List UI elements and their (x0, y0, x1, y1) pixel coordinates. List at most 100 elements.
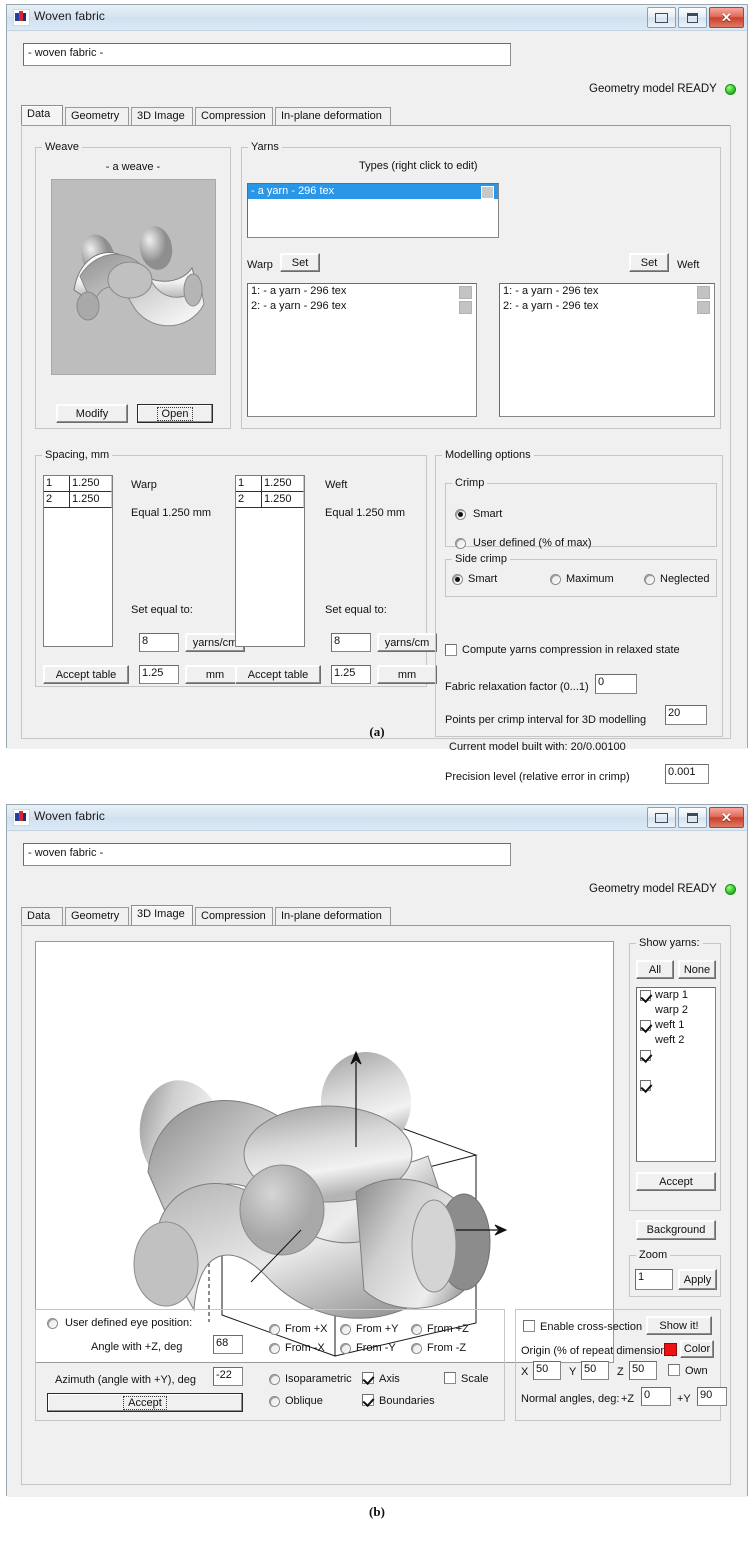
side-crimp-neglected-radio[interactable] (644, 574, 655, 585)
show-yarns-accept-button[interactable]: Accept (636, 1172, 716, 1191)
warp-yarn-1-swatch[interactable] (459, 286, 472, 299)
warp-row-2-value[interactable]: 1.250 (70, 492, 112, 508)
weave-open-button[interactable]: Open (137, 404, 213, 423)
background-button[interactable]: Background (636, 1220, 716, 1240)
crimp-user-defined-radio[interactable] (455, 538, 466, 549)
points-per-crimp-input[interactable]: 20 (665, 705, 707, 725)
own-color-checkbox[interactable] (668, 1364, 680, 1376)
tab-3d-image[interactable]: 3D Image (131, 905, 193, 925)
show-all-yarns-button[interactable]: All (636, 960, 674, 979)
3d-viewport[interactable] (35, 941, 614, 1363)
fabric-name-field[interactable]: - woven fabric - (23, 843, 511, 866)
table-row[interactable]: 2 1.250 (44, 492, 112, 508)
title-bar[interactable]: Woven fabric ✕ (7, 805, 747, 831)
oblique-radio[interactable] (269, 1396, 280, 1407)
weft-row-1-value[interactable]: 1.250 (262, 476, 304, 492)
view-from-minus-x-radio[interactable] (269, 1343, 280, 1354)
tab-data[interactable]: Data (21, 105, 63, 125)
relaxation-factor-input[interactable]: 0 (595, 674, 637, 694)
cross-section-color-button[interactable]: Color (680, 1340, 714, 1358)
weft-1-checkbox[interactable] (640, 1050, 651, 1061)
table-row[interactable]: 1 1.250 (236, 476, 304, 492)
weft-spacing-input[interactable]: 1.25 (331, 665, 371, 684)
list-item[interactable]: warp 1 (637, 988, 715, 1003)
warp-yarn-list[interactable]: 1: - a yarn - 296 tex 2: - a yarn - 296 … (247, 283, 477, 417)
yarn-types-list[interactable]: - a yarn - 296 tex (247, 183, 499, 238)
list-item[interactable]: 2: - a yarn - 296 tex (248, 299, 476, 314)
weft-2-checkbox[interactable] (640, 1080, 651, 1091)
eye-accept-button[interactable]: Accept (47, 1393, 243, 1412)
close-button[interactable]: ✕ (709, 807, 744, 828)
side-crimp-smart-radio[interactable] (452, 574, 463, 585)
minimize-button[interactable] (647, 7, 676, 28)
view-from-plus-x-radio[interactable] (269, 1324, 280, 1335)
azimuth-input[interactable]: -22 (213, 1367, 243, 1386)
list-item[interactable]: weft 2 (637, 1033, 715, 1091)
warp-yarn-2-swatch[interactable] (459, 301, 472, 314)
close-button[interactable]: ✕ (709, 7, 744, 28)
list-item[interactable]: 1: - a yarn - 296 tex (500, 284, 714, 299)
compute-compression-checkbox[interactable] (445, 644, 457, 656)
origin-x-input[interactable]: 50 (533, 1361, 561, 1380)
table-row[interactable]: 2 1.250 (236, 492, 304, 508)
fabric-name-field[interactable]: - woven fabric - (23, 43, 511, 66)
tab-data[interactable]: Data (21, 907, 63, 925)
user-defined-eye-radio[interactable] (47, 1318, 58, 1329)
warp-spacing-table[interactable]: 1 1.250 2 1.250 (43, 475, 113, 647)
weft-yarn-2-swatch[interactable] (697, 301, 710, 314)
normal-y-input[interactable]: 90 (697, 1387, 727, 1406)
warp-density-input[interactable]: 8 (139, 633, 179, 652)
view-from-plus-z-radio[interactable] (411, 1324, 422, 1335)
show-cross-section-button[interactable]: Show it! (646, 1316, 712, 1335)
warp-set-button[interactable]: Set (280, 253, 320, 272)
tab-compression[interactable]: Compression (195, 907, 273, 925)
list-item[interactable]: weft 1 (637, 1018, 715, 1061)
weave-modify-button[interactable]: Modify (56, 404, 128, 423)
weft-row-2-value[interactable]: 1.250 (262, 492, 304, 508)
weave-preview[interactable] (51, 179, 216, 375)
cross-section-color-swatch[interactable] (664, 1343, 677, 1356)
warp-spacing-input[interactable]: 1.25 (139, 665, 179, 684)
view-from-minus-y-radio[interactable] (340, 1343, 351, 1354)
warp-row-1-value[interactable]: 1.250 (70, 476, 112, 492)
boundaries-checkbox[interactable] (362, 1394, 374, 1406)
scale-checkbox[interactable] (444, 1372, 456, 1384)
tab-geometry[interactable]: Geometry (65, 907, 129, 925)
view-from-plus-y-radio[interactable] (340, 1324, 351, 1335)
axis-checkbox[interactable] (362, 1372, 374, 1384)
maximize-button[interactable] (678, 807, 707, 828)
list-item[interactable]: - a yarn - 296 tex (248, 184, 498, 199)
weft-spacing-unit-button[interactable]: mm (377, 665, 437, 684)
list-item[interactable]: 2: - a yarn - 296 tex (500, 299, 714, 314)
weft-set-button[interactable]: Set (629, 253, 669, 272)
title-bar[interactable]: Woven fabric ✕ (7, 5, 747, 31)
warp-accept-table-button[interactable]: Accept table (43, 665, 129, 684)
tab-in-plane-deformation[interactable]: In-plane deformation (275, 107, 391, 125)
origin-y-input[interactable]: 50 (581, 1361, 609, 1380)
weft-yarn-list[interactable]: 1: - a yarn - 296 tex 2: - a yarn - 296 … (499, 283, 715, 417)
tab-in-plane-deformation[interactable]: In-plane deformation (275, 907, 391, 925)
side-crimp-maximum-radio[interactable] (550, 574, 561, 585)
yarn-color-swatch[interactable] (481, 186, 494, 199)
weft-accept-table-button[interactable]: Accept table (235, 665, 321, 684)
show-none-yarns-button[interactable]: None (678, 960, 716, 979)
precision-level-input[interactable]: 0.001 (665, 764, 709, 784)
weft-yarn-1-swatch[interactable] (697, 286, 710, 299)
list-item[interactable]: 1: - a yarn - 296 tex (248, 284, 476, 299)
crimp-smart-radio[interactable] (455, 509, 466, 520)
origin-z-input[interactable]: 50 (629, 1361, 657, 1380)
minimize-button[interactable] (647, 807, 676, 828)
maximize-button[interactable] (678, 7, 707, 28)
view-from-minus-z-radio[interactable] (411, 1343, 422, 1354)
enable-cross-section-checkbox[interactable] (523, 1320, 535, 1332)
list-item[interactable]: warp 2 (637, 1003, 715, 1031)
zoom-apply-button[interactable]: Apply (678, 1269, 717, 1290)
weft-density-unit-button[interactable]: yarns/cm (377, 633, 437, 652)
weft-spacing-table[interactable]: 1 1.250 2 1.250 (235, 475, 305, 647)
isoparametric-radio[interactable] (269, 1374, 280, 1385)
normal-z-input[interactable]: 0 (641, 1387, 671, 1406)
tab-geometry[interactable]: Geometry (65, 107, 129, 125)
zoom-input[interactable]: 1 (635, 1269, 673, 1290)
table-row[interactable]: 1 1.250 (44, 476, 112, 492)
weft-density-input[interactable]: 8 (331, 633, 371, 652)
